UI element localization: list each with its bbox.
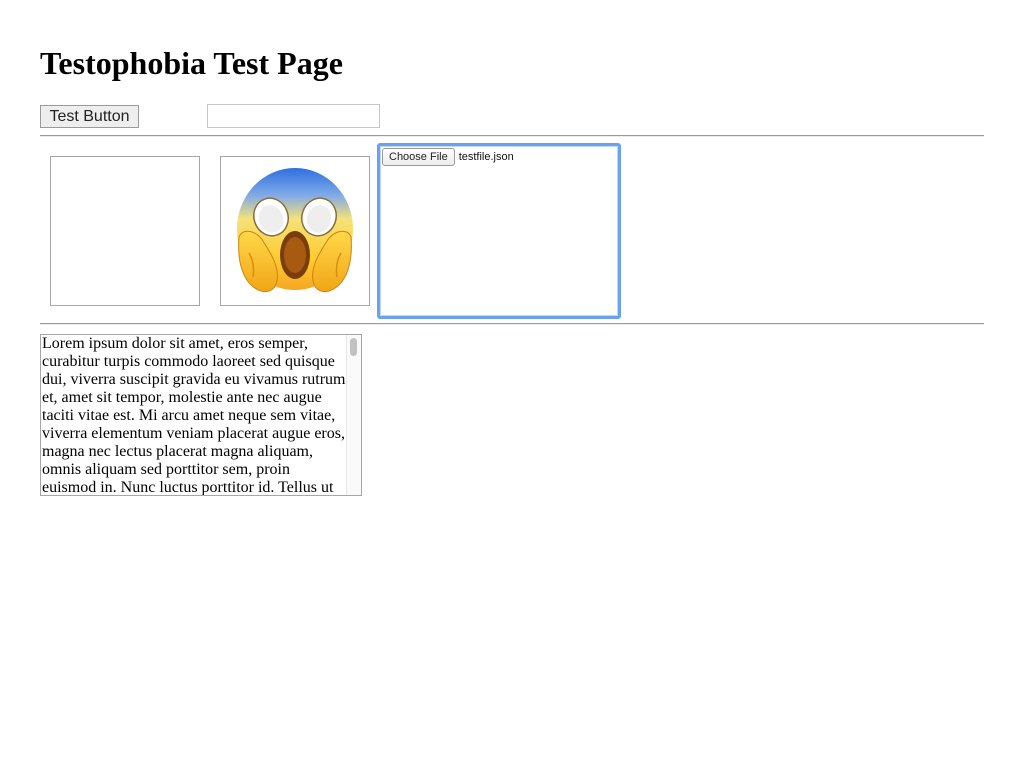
- textarea-scrollbar[interactable]: [346, 335, 361, 495]
- empty-box: [50, 156, 200, 306]
- scrollbar-thumb[interactable]: [350, 338, 357, 356]
- file-upload-container[interactable]: Choose File testfile.json: [377, 143, 621, 319]
- choose-file-button[interactable]: Choose File: [382, 148, 455, 166]
- horizontal-rule-top: [40, 135, 984, 137]
- file-name-label: testfile.json: [458, 151, 514, 163]
- page-title: Testophobia Test Page: [40, 45, 343, 81]
- emoji-box: [220, 156, 370, 306]
- lorem-textarea[interactable]: Lorem ipsum dolor sit amet, eros semper,…: [40, 334, 362, 496]
- face-screaming-in-fear-icon: [237, 168, 353, 293]
- test-button[interactable]: Test Button: [40, 105, 139, 128]
- horizontal-rule-bottom: [40, 323, 984, 325]
- text-input[interactable]: [207, 104, 380, 128]
- file-upload-row: Choose File testfile.json: [382, 148, 514, 166]
- textarea-text[interactable]: Lorem ipsum dolor sit amet, eros semper,…: [41, 335, 347, 495]
